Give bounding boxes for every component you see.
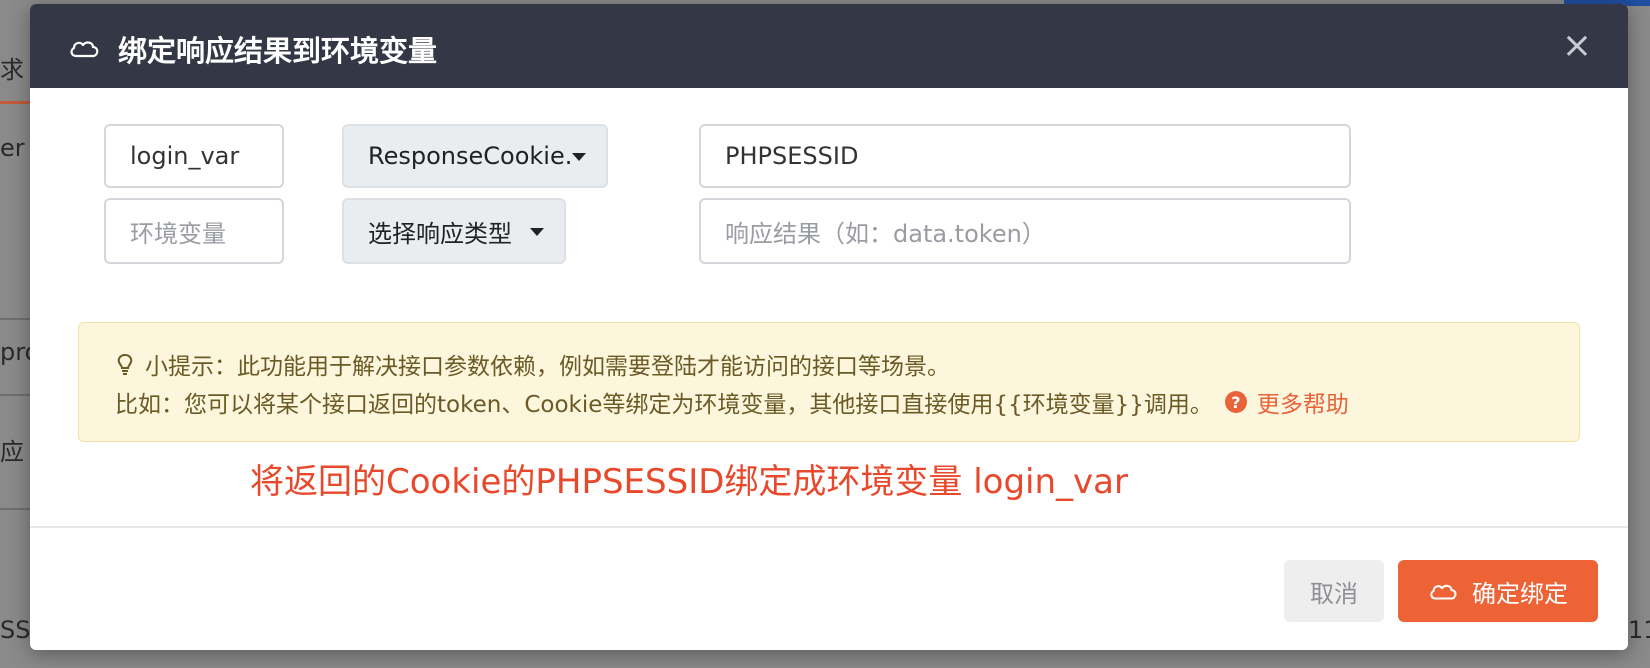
bg-text-fragment: er [0, 134, 25, 162]
modal-title: 绑定响应结果到环境变量 [118, 34, 438, 68]
footer-divider [30, 526, 1628, 528]
modal-header: 绑定响应结果到环境变量 × [30, 4, 1628, 88]
question-circle-icon[interactable]: ? [1224, 391, 1247, 413]
caret-down-icon [572, 153, 586, 161]
tip-line-1: 小提示：此功能用于解决接口参数依赖，例如需要登陆才能访问的接口等场景。 [115, 347, 950, 381]
bulb-icon [117, 353, 133, 375]
tip-text-1: 小提示：此功能用于解决接口参数依赖，例如需要登陆才能访问的接口等场景。 [145, 354, 950, 380]
more-help-link[interactable]: 更多帮助 [1257, 385, 1349, 419]
response-result-value: PHPSESSID [725, 142, 859, 170]
env-var-name-value: login_var [130, 142, 240, 170]
env-var-name-placeholder: 环境变量 [130, 219, 226, 248]
env-var-name-input[interactable]: 环境变量 [104, 198, 284, 264]
response-result-placeholder: 响应结果（如：data.token） [725, 219, 1046, 248]
bg-text-fragment: 11 [1628, 616, 1650, 644]
caret-down-icon [530, 228, 544, 236]
response-result-input[interactable]: 响应结果（如：data.token） [699, 198, 1351, 264]
tip-alert: 小提示：此功能用于解决接口参数依赖，例如需要登陆才能访问的接口等场景。 比如：您… [78, 322, 1580, 442]
response-result-input[interactable]: PHPSESSID [699, 124, 1351, 188]
cloud-icon [1430, 584, 1457, 600]
cloud-icon [70, 41, 99, 58]
confirm-bind-button[interactable]: 确定绑定 [1398, 560, 1598, 622]
annotation-text: 将返回的Cookie的PHPSESSID绑定成环境变量 login_var [250, 462, 1128, 502]
cancel-button-label: 取消 [1310, 580, 1358, 608]
response-type-label: 选择响应类型 [368, 219, 512, 248]
bg-active-tab-indicator [0, 101, 30, 104]
cancel-button[interactable]: 取消 [1284, 560, 1384, 622]
response-type-select[interactable]: ResponseCookie. [342, 124, 608, 188]
tip-text-2: 比如：您可以将某个接口返回的token、Cookie等绑定为环境变量，其他接口直… [115, 392, 1213, 418]
response-type-value: ResponseCookie. [368, 142, 573, 170]
confirm-button-label: 确定绑定 [1472, 580, 1568, 608]
bg-text-fragment: 求 [0, 56, 24, 84]
close-icon[interactable]: × [1562, 28, 1592, 64]
env-var-name-input[interactable]: login_var [104, 124, 284, 188]
tip-line-2: 比如：您可以将某个接口返回的token、Cookie等绑定为环境变量，其他接口直… [115, 385, 1349, 419]
bind-env-modal: 绑定响应结果到环境变量 × login_var ResponseCookie. … [30, 4, 1628, 650]
bg-text-fragment: 应 [0, 438, 24, 466]
response-type-select[interactable]: 选择响应类型 [342, 198, 566, 264]
